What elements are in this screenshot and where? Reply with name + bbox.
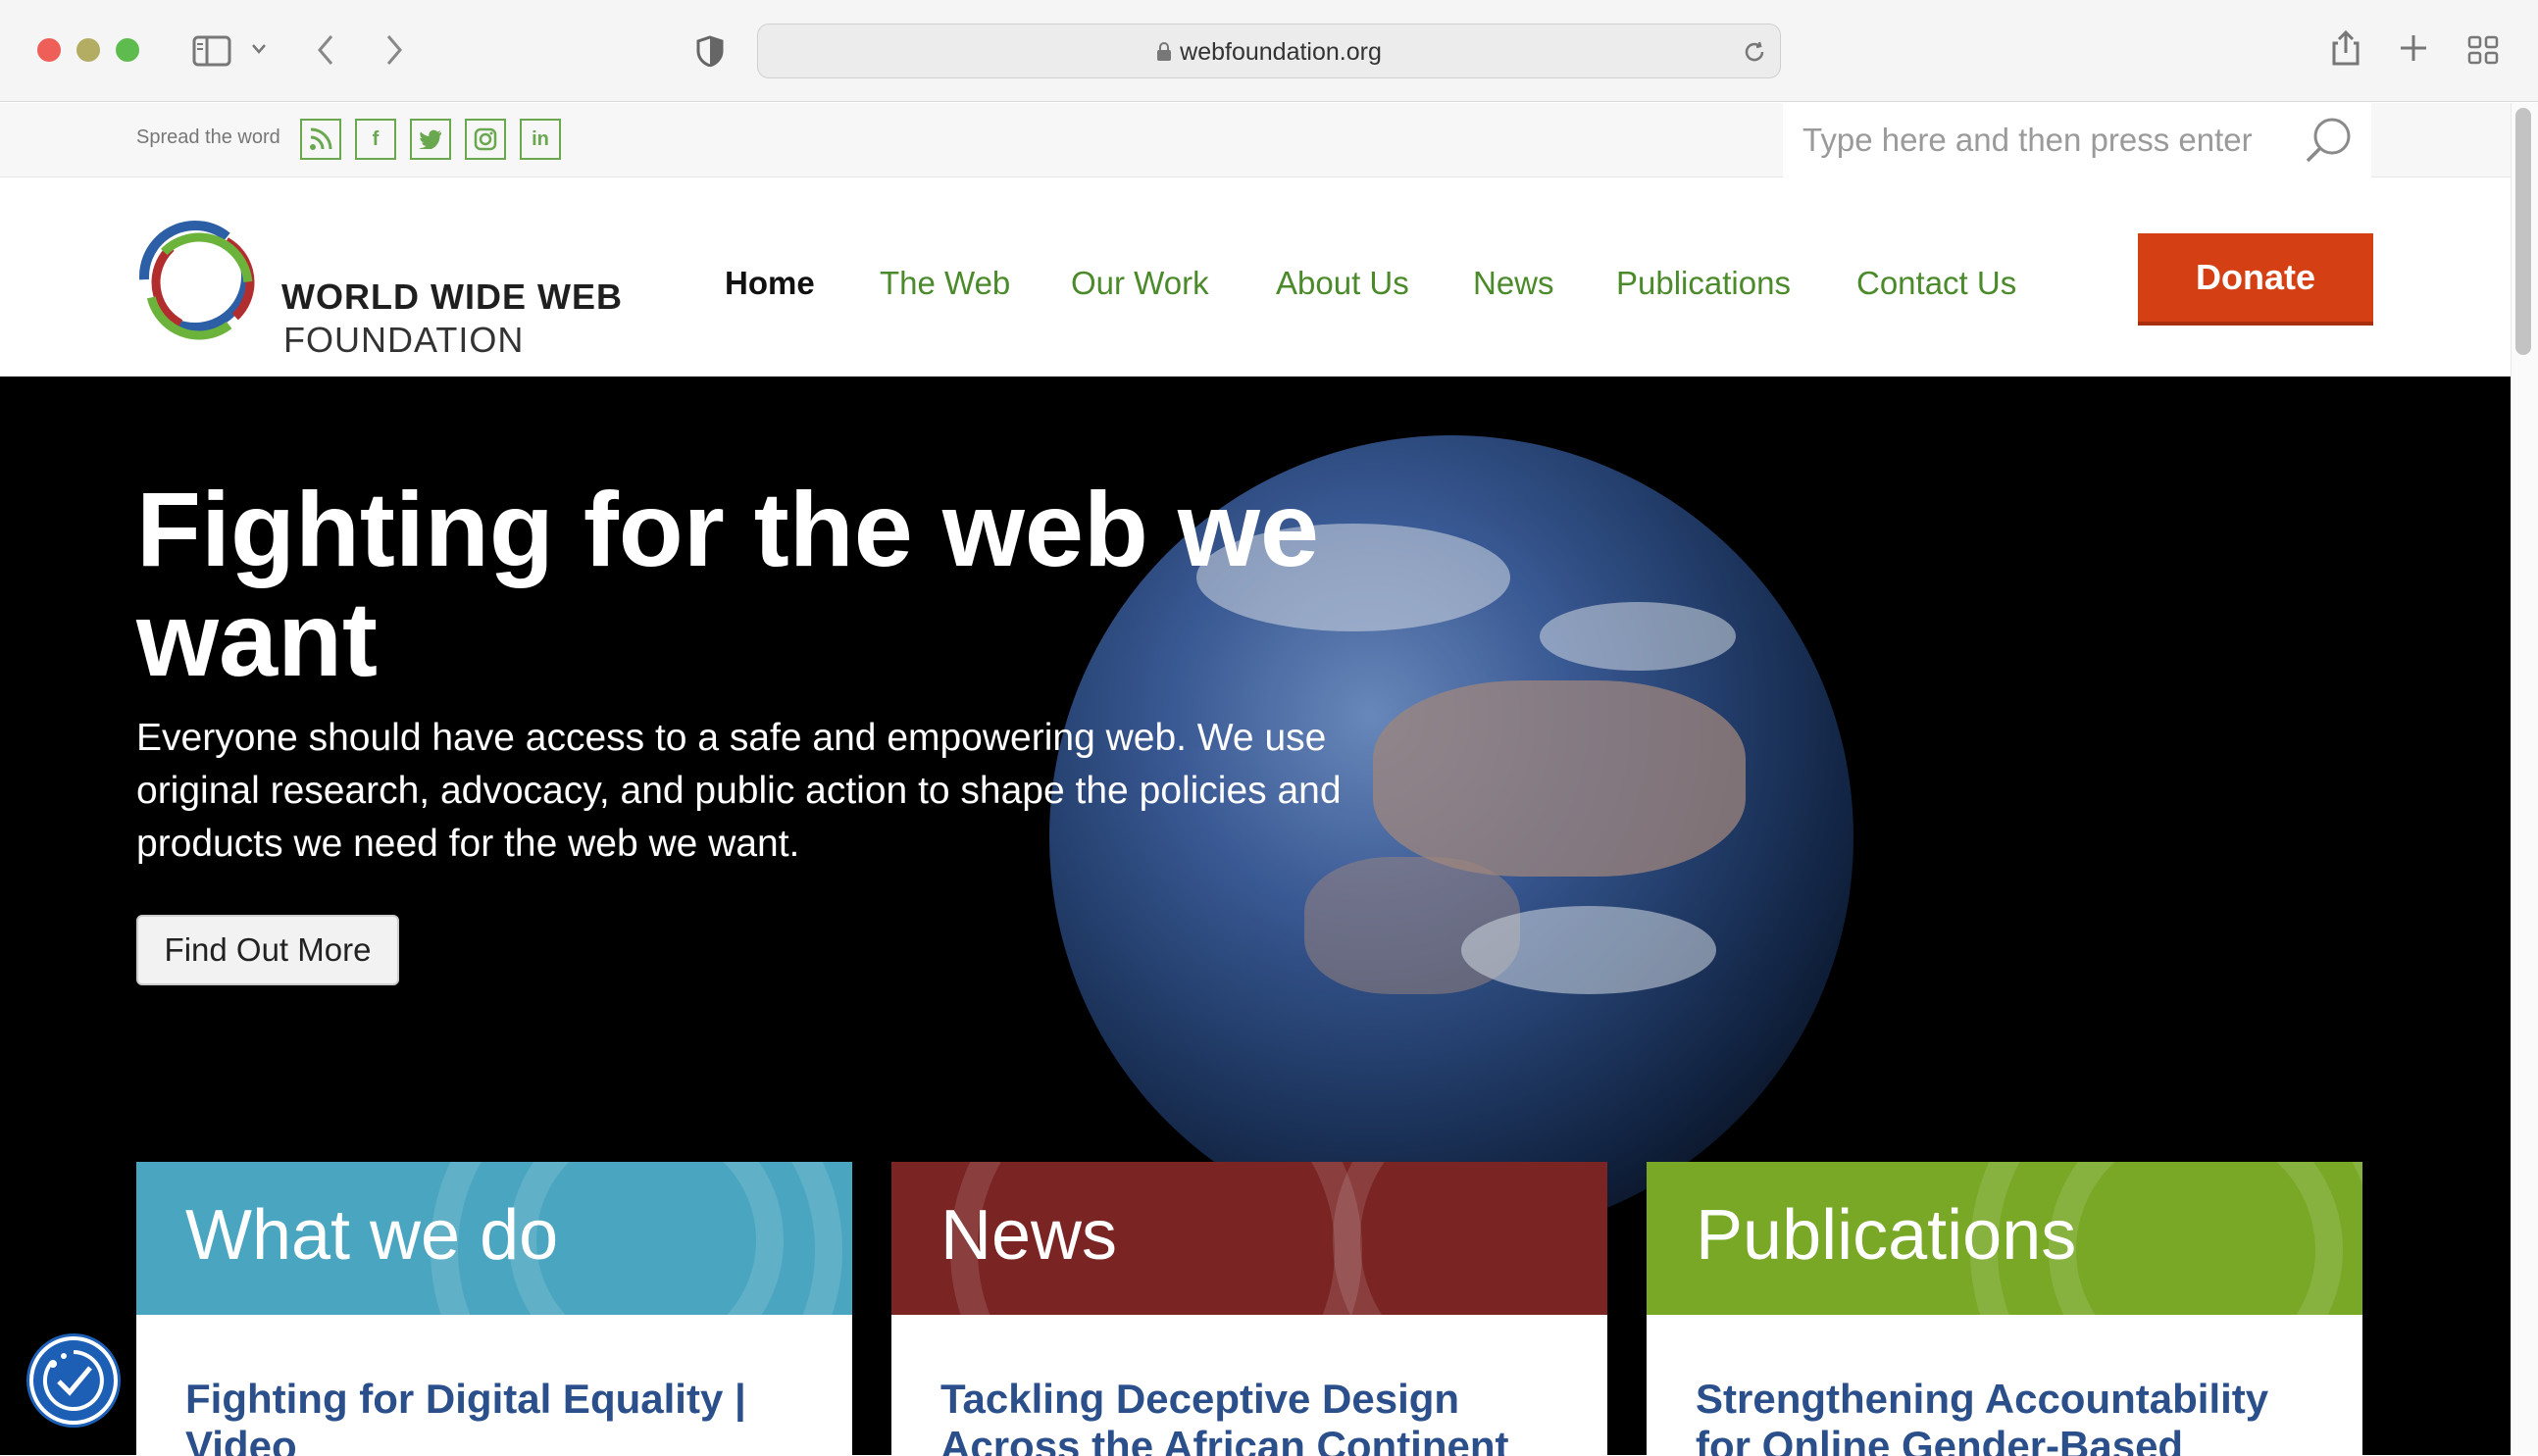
nav-about-us[interactable]: About Us [1276, 265, 1409, 302]
card-title: News [940, 1196, 1118, 1275]
card-article-link[interactable]: Tackling Deceptive Design Across the Afr… [940, 1376, 1578, 1456]
card-header: What we do [136, 1162, 852, 1315]
reload-icon[interactable] [1743, 40, 1766, 64]
back-icon[interactable] [316, 33, 335, 67]
zoom-window-button[interactable] [116, 38, 139, 62]
linkedin-icon[interactable]: in [520, 119, 561, 160]
scrollbar-thumb[interactable] [2515, 108, 2531, 355]
search-icon[interactable] [2303, 115, 2354, 166]
logo-wordmark-line2: FOUNDATION [283, 320, 525, 360]
nav-home[interactable]: Home [725, 265, 815, 302]
card-title: Publications [1696, 1196, 2077, 1275]
spread-the-word-label: Spread the word [136, 126, 280, 148]
forward-icon[interactable] [384, 33, 404, 67]
card-article-link[interactable]: Strengthening Accountability for Online … [1696, 1376, 2333, 1456]
tab-overview-icon[interactable] [2467, 35, 2499, 65]
hero-title: Fighting for the web we want [136, 470, 1319, 698]
nav-news[interactable]: News [1473, 265, 1554, 302]
facebook-icon[interactable]: f [355, 119, 396, 160]
hero-description: Everyone should have access to a safe an… [136, 717, 1342, 865]
privacy-shield-icon[interactable] [696, 35, 724, 67]
card-article-link[interactable]: Fighting for Digital Equality | Video [185, 1376, 823, 1456]
donate-button[interactable]: Donate [2138, 233, 2373, 326]
utility-bar: Spread the word f in [0, 103, 2511, 177]
web-foundation-logo-icon [139, 221, 255, 340]
news-card[interactable]: News Tackling Deceptive Design Across th… [891, 1162, 1607, 1456]
search-box [1783, 103, 2371, 177]
minimize-window-button[interactable] [76, 38, 100, 62]
accessibility-widget-button[interactable] [29, 1336, 118, 1425]
sidebar-icon[interactable] [192, 35, 231, 67]
what-we-do-card[interactable]: What we do Fighting for Digital Equality… [136, 1162, 852, 1456]
site-header: WORLD WIDE WEB FOUNDATION Home The Web O… [0, 178, 2511, 377]
search-input[interactable] [1802, 117, 2293, 164]
browser-toolbar: webfoundation.org [0, 0, 2538, 102]
find-out-more-button[interactable]: Find Out More [136, 915, 399, 985]
instagram-icon[interactable] [465, 119, 506, 160]
site-logo[interactable]: WORLD WIDE WEB FOUNDATION [136, 218, 622, 360]
card-title: What we do [185, 1196, 559, 1275]
new-tab-icon[interactable] [2399, 33, 2428, 63]
nav-contact-us[interactable]: Contact Us [1856, 265, 2016, 302]
url-text: webfoundation.org [1180, 38, 1382, 66]
accessibility-icon [42, 1350, 104, 1411]
nav-publications[interactable]: Publications [1616, 265, 1791, 302]
lock-icon [1157, 42, 1172, 61]
chevron-down-icon[interactable] [251, 43, 267, 55]
address-bar[interactable]: webfoundation.org [757, 24, 1781, 78]
card-header: News [891, 1162, 1607, 1315]
card-header: Publications [1647, 1162, 2362, 1315]
close-window-button[interactable] [37, 38, 61, 62]
twitter-icon[interactable] [410, 119, 451, 160]
share-icon[interactable] [2330, 29, 2361, 67]
publications-card[interactable]: Publications Strengthening Accountabilit… [1647, 1162, 2362, 1456]
nav-our-work[interactable]: Our Work [1071, 265, 1209, 302]
logo-wordmark-line1: WORLD WIDE WEB [281, 276, 623, 317]
nav-the-web[interactable]: The Web [880, 265, 1010, 302]
rss-icon[interactable] [300, 119, 341, 160]
